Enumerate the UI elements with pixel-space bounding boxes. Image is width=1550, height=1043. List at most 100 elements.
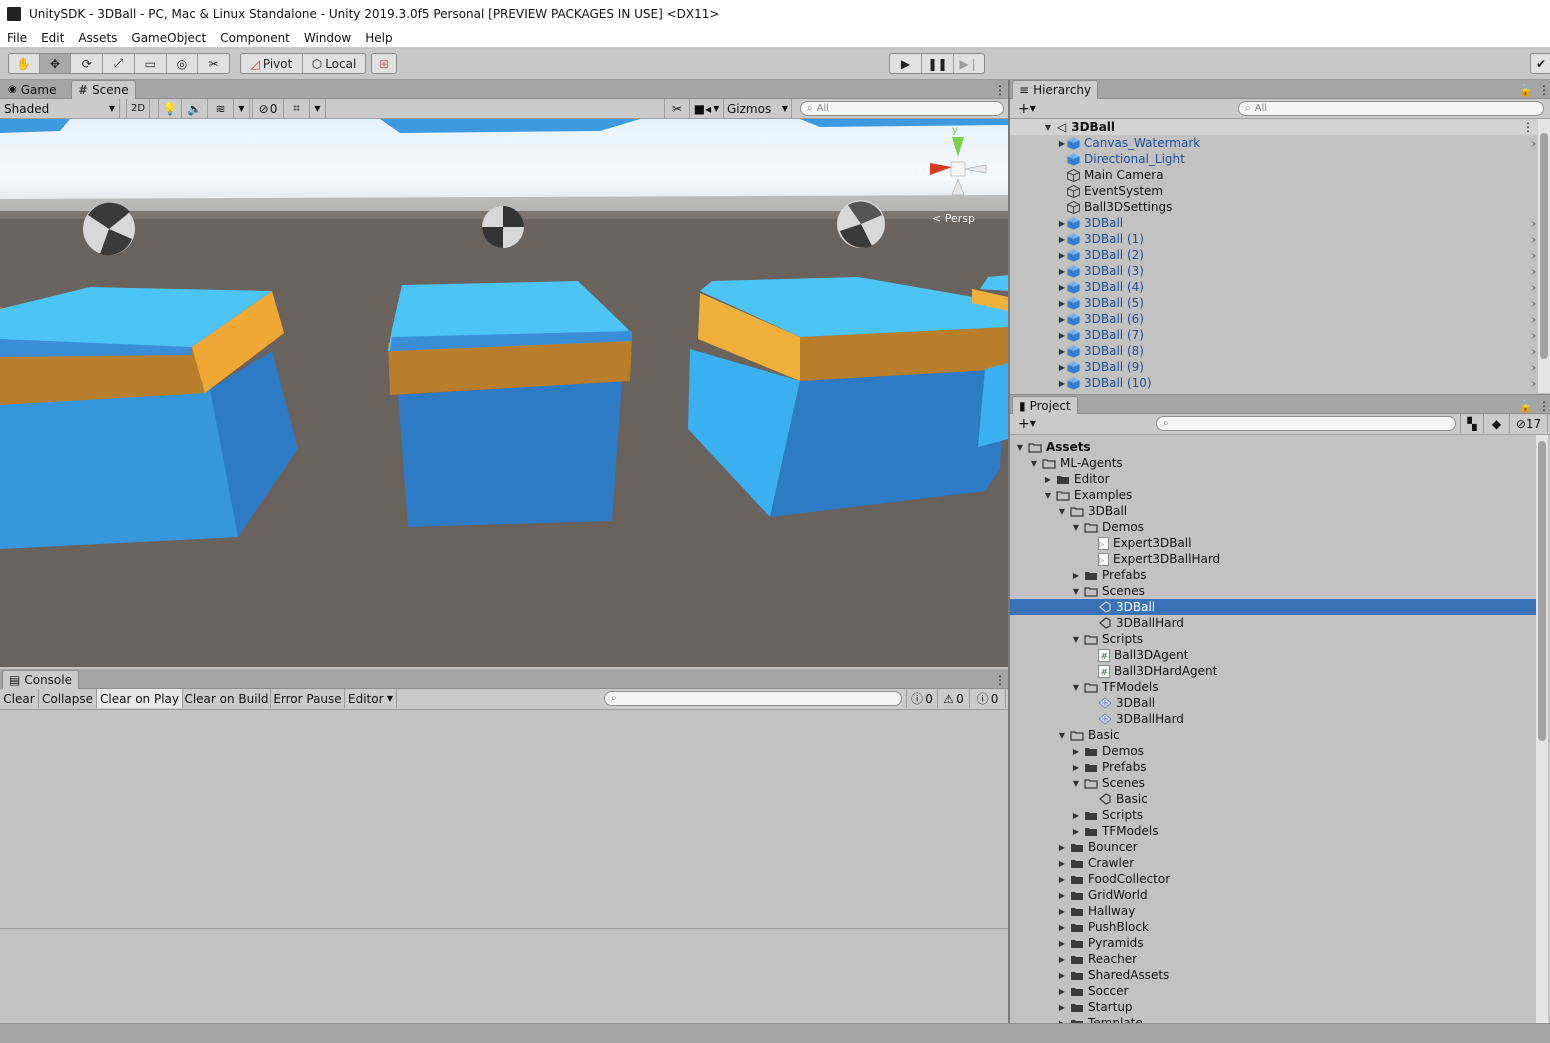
tools-icon[interactable]: ✂ — [664, 99, 690, 118]
hierarchy-scroll-thumb[interactable] — [1540, 133, 1548, 359]
collapsed-arrow-icon[interactable]: ▶ — [1057, 843, 1067, 852]
project-item[interactable]: # Ball3DAgent — [1010, 647, 1536, 663]
project-item[interactable]: 3DBallHard — [1010, 711, 1536, 727]
expanded-arrow-icon[interactable]: ▼ — [1057, 507, 1067, 516]
menu-assets[interactable]: Assets — [71, 31, 124, 45]
project-item[interactable]: 3DBall — [1010, 695, 1536, 711]
projection-label[interactable]: < Persp — [932, 212, 975, 225]
open-prefab-arrow-icon[interactable]: › — [1532, 313, 1536, 326]
project-item[interactable]: ▷ Expert3DBall — [1010, 535, 1536, 551]
project-item[interactable]: ▶ Prefabs — [1010, 759, 1536, 775]
project-item[interactable]: ▶ Pyramids — [1010, 935, 1536, 951]
scene-row[interactable]: ▼ ◁ 3DBall ⋮ — [1010, 119, 1538, 135]
hierarchy-item[interactable]: ▶ 3DBall (7) › — [1010, 327, 1538, 343]
hierarchy-item[interactable]: ▶ 3DBall (3) › — [1010, 263, 1538, 279]
check-icon[interactable]: ✔ — [1531, 54, 1550, 73]
project-item[interactable]: ▼ Demos — [1010, 519, 1536, 535]
tab-console[interactable]: ▤ Console — [2, 670, 79, 689]
collapsed-arrow-icon[interactable]: ▶ — [1057, 987, 1067, 996]
scene-search-input[interactable]: ⌕ All — [800, 101, 1004, 116]
collapsed-arrow-icon[interactable]: ▶ — [1057, 859, 1067, 868]
project-item[interactable]: ▼ Scripts — [1010, 631, 1536, 647]
pivot-button[interactable]: ◿ Pivot — [241, 54, 303, 73]
hierarchy-item[interactable]: ▶ 3DBall (5) › — [1010, 295, 1538, 311]
shading-dropdown[interactable]: Shaded ▼ — [0, 99, 120, 118]
open-prefab-arrow-icon[interactable]: › — [1532, 361, 1536, 374]
hidden-objects-toggle[interactable]: ⊘ 0 — [252, 99, 284, 118]
project-scroll-thumb[interactable] — [1538, 441, 1546, 741]
open-prefab-arrow-icon[interactable]: › — [1532, 249, 1536, 262]
collapsed-arrow-icon[interactable]: ▶ — [1057, 971, 1067, 980]
orientation-gizmo[interactable]: y x — [916, 125, 992, 209]
project-item[interactable]: ▶ Template — [1010, 1015, 1536, 1023]
project-item[interactable]: ▶ Soccer — [1010, 983, 1536, 999]
collapsed-arrow-icon[interactable]: ▶ — [1057, 875, 1067, 884]
collapsed-arrow-icon[interactable]: ▶ — [1057, 347, 1067, 356]
collapsed-arrow-icon[interactable]: ▶ — [1071, 571, 1081, 580]
project-item[interactable]: ▼ ML-Agents — [1010, 455, 1536, 471]
hierarchy-search-input[interactable]: ⌕ All — [1238, 101, 1544, 116]
hidden-packages-toggle[interactable]: ⊘ 17 — [1510, 414, 1548, 433]
expanded-arrow-icon[interactable]: ▼ — [1057, 731, 1067, 740]
collapsed-arrow-icon[interactable]: ▶ — [1057, 891, 1067, 900]
open-prefab-arrow-icon[interactable]: › — [1532, 281, 1536, 294]
gizmos-dropdown[interactable]: Gizmos ▼ — [724, 99, 792, 118]
project-item[interactable]: ▶ Hallway — [1010, 903, 1536, 919]
expanded-arrow-icon[interactable]: ▼ — [1071, 523, 1081, 532]
search-by-label-icon[interactable]: ◆ — [1484, 414, 1510, 433]
open-prefab-arrow-icon[interactable]: › — [1532, 297, 1536, 310]
project-search-input[interactable]: ⌕ — [1156, 416, 1456, 431]
console-search-input[interactable]: ⌕ — [604, 691, 902, 706]
open-prefab-arrow-icon[interactable]: › — [1532, 217, 1536, 230]
collapsed-arrow-icon[interactable]: ▶ — [1057, 939, 1067, 948]
hierarchy-item[interactable]: ▶ 3DBall (8) › — [1010, 343, 1538, 359]
expanded-arrow-icon[interactable]: ▼ — [1043, 123, 1053, 132]
clear-button[interactable]: Clear — [0, 689, 39, 708]
effects-icon[interactable]: ≋ — [208, 99, 234, 118]
collapsed-arrow-icon[interactable]: ▶ — [1057, 363, 1067, 372]
project-item[interactable]: ▶ Scripts — [1010, 807, 1536, 823]
hierarchy-item[interactable]: Directional_Light — [1010, 151, 1538, 167]
project-item[interactable]: ▼ Scenes — [1010, 775, 1536, 791]
project-item[interactable]: ▼ Scenes — [1010, 583, 1536, 599]
tab-project[interactable]: ▮ Project — [1012, 396, 1078, 415]
hierarchy-scrollbar[interactable] — [1538, 119, 1550, 393]
move-tool-icon[interactable]: ✥ — [39, 54, 72, 73]
hierarchy-item[interactable]: ▶ 3DBall (10) › — [1010, 375, 1538, 391]
collapsed-arrow-icon[interactable]: ▶ — [1057, 315, 1067, 324]
expanded-arrow-icon[interactable]: ▼ — [1029, 459, 1039, 468]
menu-edit[interactable]: Edit — [34, 31, 71, 45]
editor-dropdown[interactable]: Editor ▼ — [345, 689, 397, 708]
collapsed-arrow-icon[interactable]: ▶ — [1057, 379, 1067, 388]
project-item[interactable]: ▶ FoodCollector — [1010, 871, 1536, 887]
step-icon[interactable]: ▶❘ — [954, 54, 984, 73]
tab-scene[interactable]: # Scene — [71, 80, 136, 99]
expanded-arrow-icon[interactable]: ▼ — [1071, 635, 1081, 644]
collapsed-arrow-icon[interactable]: ▶ — [1057, 955, 1067, 964]
project-item[interactable]: ▶ GridWorld — [1010, 887, 1536, 903]
project-item[interactable]: ▶ Bouncer — [1010, 839, 1536, 855]
effects-dropdown-icon[interactable]: ▼ — [234, 99, 250, 118]
open-prefab-arrow-icon[interactable]: › — [1532, 345, 1536, 358]
lighting-icon[interactable]: 💡 — [158, 99, 182, 118]
hierarchy-item[interactable]: ▶ 3DBall (4) › — [1010, 279, 1538, 295]
custom-tool-icon[interactable]: ✂ — [198, 54, 229, 73]
tab-hierarchy[interactable]: ≡ Hierarchy — [1012, 80, 1099, 99]
grid-snap-icon[interactable]: ⊞ — [372, 54, 396, 73]
scene-menu-icon[interactable]: ⋮ — [1522, 120, 1534, 134]
audio-icon[interactable]: 🔊 — [182, 99, 208, 118]
clear-on-play-button[interactable]: Clear on Play — [97, 689, 183, 708]
project-item[interactable]: ▶ Startup — [1010, 999, 1536, 1015]
collapsed-arrow-icon[interactable]: ▶ — [1043, 475, 1053, 484]
collapsed-arrow-icon[interactable]: ▶ — [1071, 827, 1081, 836]
hierarchy-item[interactable]: Main Camera — [1010, 167, 1538, 183]
collapsed-arrow-icon[interactable]: ▶ — [1071, 811, 1081, 820]
project-item[interactable]: ▶ SharedAssets — [1010, 967, 1536, 983]
open-prefab-arrow-icon[interactable]: › — [1532, 137, 1536, 150]
hierarchy-item[interactable]: ▶ 3DBall (1) › — [1010, 231, 1538, 247]
hierarchy-item[interactable]: ▶ 3DBall (9) › — [1010, 359, 1538, 375]
collapsed-arrow-icon[interactable]: ▶ — [1057, 139, 1067, 148]
project-item[interactable]: 3DBallHard — [1010, 615, 1536, 631]
project-item[interactable]: ▶ TFModels — [1010, 823, 1536, 839]
project-item[interactable]: # Ball3DHardAgent — [1010, 663, 1536, 679]
